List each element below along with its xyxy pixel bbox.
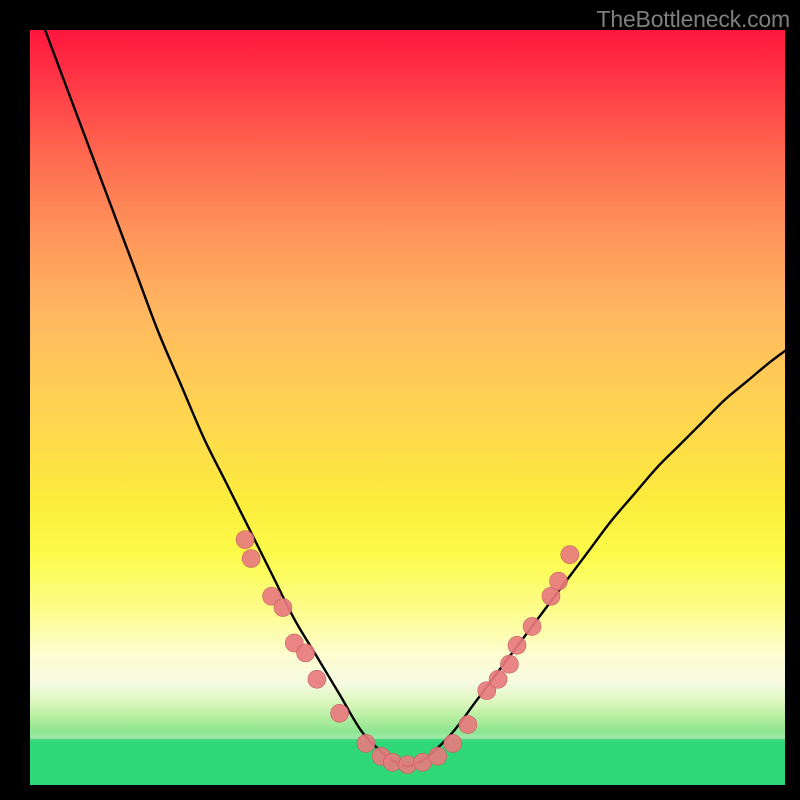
marker-left-cluster-top-b [242,550,260,568]
chart-stage: TheBottleneck.com [0,0,800,800]
watermark-text: TheBottleneck.com [597,6,790,33]
marker-right-cluster-mid-b [508,636,526,654]
marker-right-cluster-mid-a [500,655,518,673]
plot-area [30,30,785,785]
marker-bottom-right-b [444,734,462,752]
marker-left-cluster-mid-b [274,599,292,617]
marker-right-near-bottom [459,716,477,734]
bottleneck-curve [45,30,785,766]
marker-left-cluster-low-a [297,644,315,662]
marker-bottom-right-a [429,747,447,765]
marker-right-cluster-mid-c [523,617,541,635]
marker-left-near-bottom [331,704,349,722]
marker-right-cluster-low-b [489,670,507,688]
marker-right-cluster-top-c [561,546,579,564]
marker-bottom-left-a [357,734,375,752]
chart-svg [30,30,785,785]
data-markers [236,531,579,774]
curve-path [45,30,785,766]
marker-right-cluster-top-b [550,572,568,590]
marker-left-cluster-top-a [236,531,254,549]
marker-left-cluster-low-b [308,670,326,688]
